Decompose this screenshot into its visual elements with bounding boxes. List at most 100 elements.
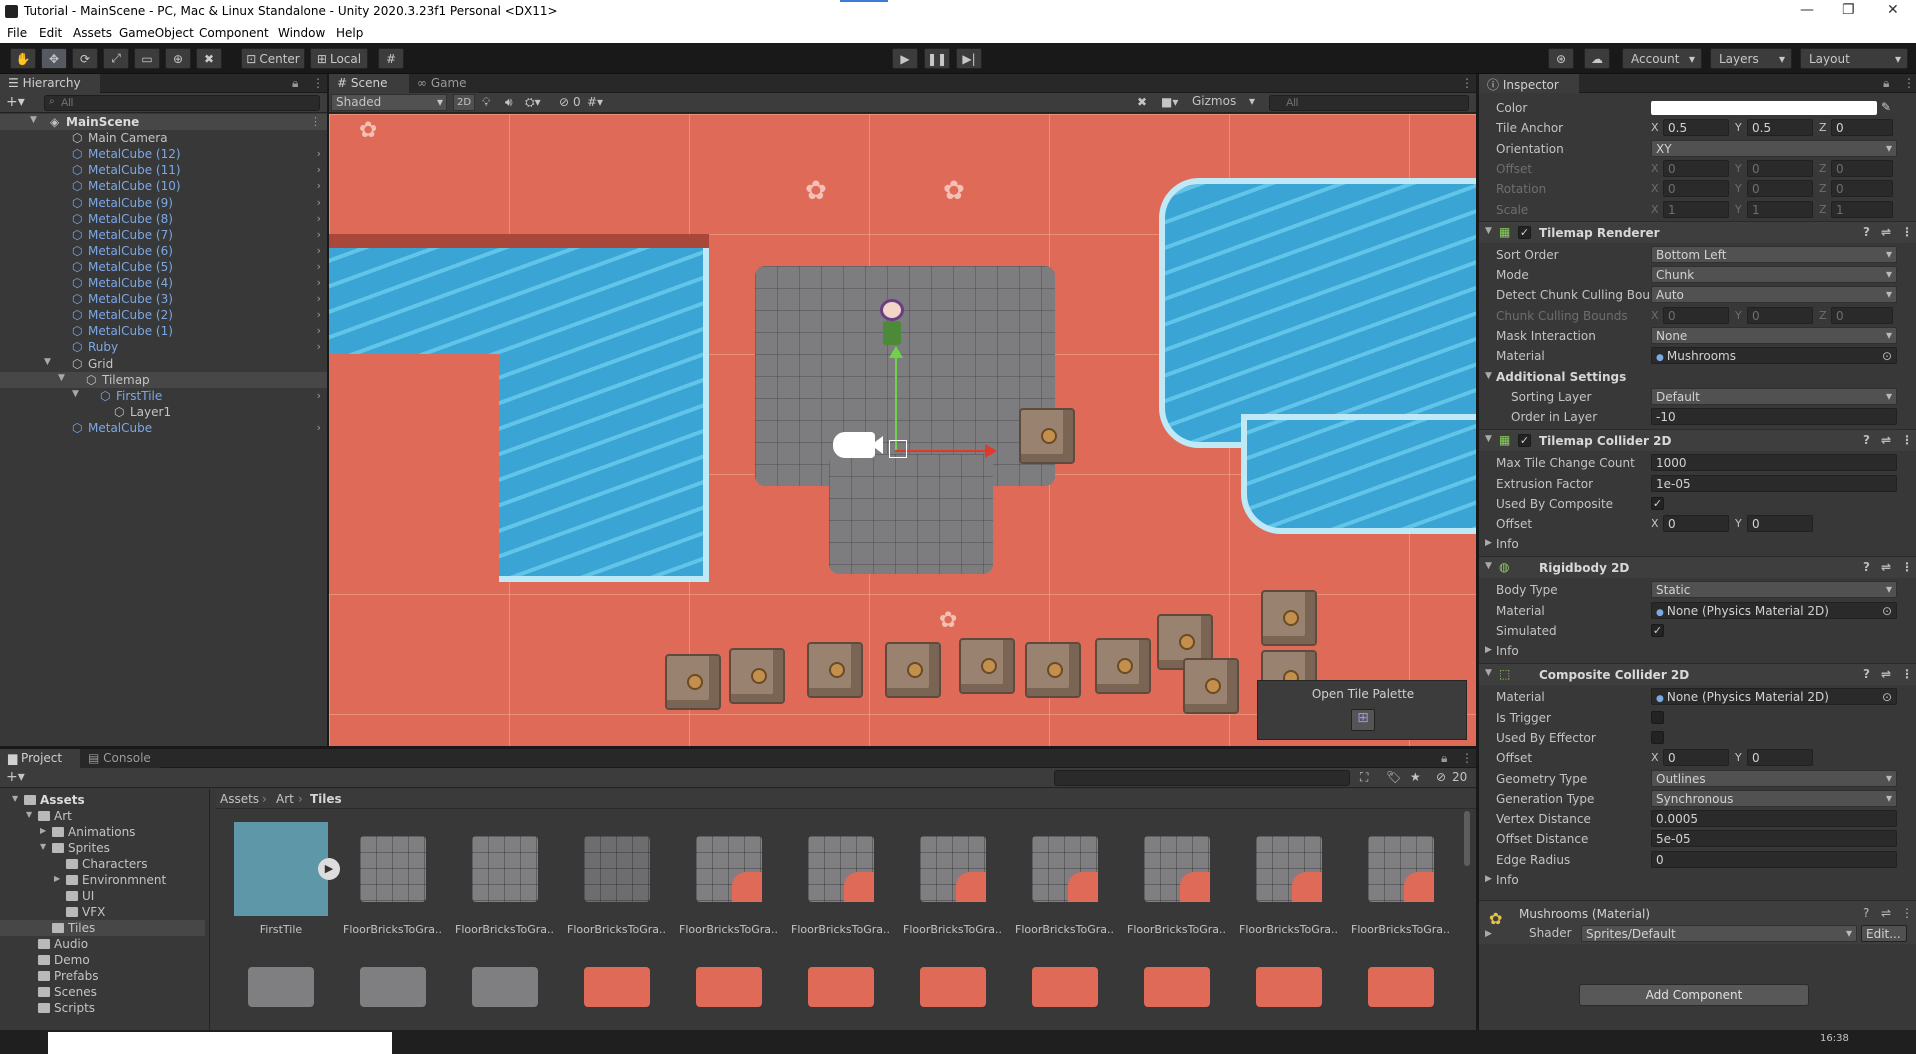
help-icon[interactable]: ? bbox=[1863, 433, 1870, 447]
scene-search-input[interactable] bbox=[1269, 95, 1469, 111]
enabled-checkbox[interactable]: ✓ bbox=[1518, 225, 1531, 239]
z-field[interactable]: 0 bbox=[1831, 159, 1893, 177]
asset-thumbnail[interactable] bbox=[1144, 967, 1210, 1007]
lighting-icon[interactable]: 💡︎ bbox=[482, 95, 490, 110]
component-header[interactable]: ▼ ◍ Rigidbody 2D? ⇌ ⋮ bbox=[1479, 556, 1916, 579]
hierarchy-item[interactable]: ⬡ MetalCube (12) › bbox=[0, 146, 327, 162]
info-foldout[interactable]: ▶ Info bbox=[1479, 534, 1916, 554]
hierarchy-item[interactable]: ▼ ⬡ FirstTile › bbox=[0, 388, 327, 404]
metal-cube[interactable] bbox=[1261, 590, 1317, 646]
hierarchy-item[interactable]: ⬡ MetalCube › bbox=[0, 420, 327, 436]
expand-arrow-icon[interactable]: ▼ bbox=[30, 115, 37, 125]
help-icon[interactable]: ? bbox=[1863, 906, 1869, 920]
z-field[interactable]: 0 bbox=[1831, 119, 1893, 137]
x-field[interactable]: 1 bbox=[1663, 200, 1729, 218]
move-tool-button[interactable]: ✥ bbox=[41, 48, 67, 69]
info-foldout[interactable]: ▶ Info bbox=[1479, 870, 1916, 890]
component-header[interactable]: ▼ ▦ ✓ Tilemap Collider 2D? ⇌ ⋮ bbox=[1479, 429, 1916, 452]
hierarchy-item[interactable]: ⬡ Layer1 bbox=[0, 404, 327, 420]
asset-scrollbar[interactable] bbox=[1464, 811, 1470, 866]
x-field[interactable]: 0 bbox=[1663, 180, 1729, 198]
expand-arrow-icon[interactable]: ▶ bbox=[40, 826, 46, 835]
menu-file[interactable]: File bbox=[7, 26, 27, 40]
tab-inspector[interactable]: ⓘ Inspector bbox=[1479, 74, 1579, 93]
preset-icon[interactable]: ⇌ bbox=[1881, 560, 1891, 574]
gizmos-dropdown[interactable]: Gizmos ▾ bbox=[1187, 94, 1255, 111]
help-icon[interactable]: ? bbox=[1863, 225, 1870, 239]
breadcrumb-tiles[interactable]: Tiles bbox=[310, 792, 342, 806]
hierarchy-item[interactable]: ⬡ MetalCube (10) › bbox=[0, 178, 327, 194]
metal-cube[interactable] bbox=[1095, 638, 1151, 694]
expand-arrow-icon[interactable]: ▼ bbox=[44, 357, 51, 367]
z-field[interactable]: 0 bbox=[1831, 306, 1893, 324]
hand-tool-button[interactable]: ✋ bbox=[10, 48, 36, 69]
asset-thumbnail[interactable] bbox=[696, 836, 762, 902]
hierarchy-item[interactable]: ⬡ MetalCube (2) › bbox=[0, 307, 327, 323]
metal-cube[interactable] bbox=[1183, 658, 1239, 714]
asset-thumbnail[interactable] bbox=[360, 836, 426, 902]
asset-thumbnail[interactable] bbox=[472, 967, 538, 1007]
object-picker-icon[interactable]: ⊙ bbox=[1882, 604, 1892, 618]
gizmo-y-arrow[interactable] bbox=[889, 346, 903, 358]
field-value[interactable]: ● Mushrooms ⊙ bbox=[1651, 347, 1897, 365]
chevron-right-icon[interactable]: › bbox=[317, 308, 321, 321]
y-field[interactable]: 0 bbox=[1747, 515, 1813, 533]
hierarchy-item[interactable]: ⬡ MetalCube (4) › bbox=[0, 275, 327, 291]
folder-item[interactable]: Scripts bbox=[0, 1000, 205, 1016]
metal-cube[interactable] bbox=[959, 638, 1015, 694]
chevron-right-icon[interactable]: › bbox=[317, 260, 321, 273]
folder-item[interactable]: Characters bbox=[0, 856, 205, 872]
y-field[interactable]: 0 bbox=[1747, 159, 1813, 177]
y-field[interactable]: 0 bbox=[1747, 180, 1813, 198]
folder-item[interactable]: Audio bbox=[0, 936, 205, 952]
expand-arrow-icon[interactable]: ▼ bbox=[26, 810, 32, 819]
field-value[interactable]: 1000 bbox=[1651, 454, 1897, 472]
folder-item[interactable]: VFX bbox=[0, 904, 205, 920]
preset-icon[interactable]: ⇌ bbox=[1881, 906, 1891, 920]
layers-dropdown[interactable]: Layers ▾ bbox=[1710, 48, 1792, 69]
field-value[interactable]: Static bbox=[1651, 581, 1897, 599]
rotate-tool-button[interactable]: ⟳ bbox=[72, 48, 98, 69]
asset-thumbnail[interactable] bbox=[1032, 967, 1098, 1007]
expand-arrow-icon[interactable]: ▶ bbox=[54, 874, 60, 883]
chevron-right-icon[interactable]: › bbox=[317, 179, 321, 192]
folder-item[interactable]: ▶ Animations bbox=[0, 824, 205, 840]
asset-thumbnail[interactable] bbox=[248, 967, 314, 1007]
z-field[interactable]: 1 bbox=[1831, 200, 1893, 218]
component-header[interactable]: ▼ ▦ ✓ Tilemap Renderer? ⇌ ⋮ bbox=[1479, 220, 1916, 243]
scale-tool-button[interactable]: ⤢ bbox=[103, 48, 129, 69]
x-field[interactable]: 0.5 bbox=[1663, 119, 1729, 137]
project-search-input[interactable] bbox=[1054, 770, 1350, 786]
gizmo-plane-handle[interactable] bbox=[889, 440, 907, 458]
metal-cube[interactable] bbox=[807, 642, 863, 698]
expand-arrow-icon[interactable]: ▼ bbox=[12, 794, 18, 803]
cloud-button[interactable]: ☁ bbox=[1584, 48, 1610, 69]
more-icon[interactable]: ⋮ bbox=[1901, 560, 1913, 574]
hierarchy-item[interactable]: ⬡ MetalCube (5) › bbox=[0, 259, 327, 275]
field-value[interactable]: Bottom Left bbox=[1651, 245, 1897, 263]
toggle-2d-button[interactable]: 2D bbox=[453, 94, 475, 111]
field-value[interactable]: None bbox=[1651, 327, 1897, 344]
checkbox[interactable]: ✓ bbox=[1651, 624, 1664, 637]
add-component-button[interactable]: Add Component bbox=[1579, 984, 1809, 1006]
asset-thumbnail[interactable] bbox=[920, 967, 986, 1007]
expand-arrow-icon[interactable]: ▼ bbox=[1485, 371, 1492, 381]
hierarchy-item[interactable]: ⬡ MetalCube (6) › bbox=[0, 243, 327, 259]
metal-cube[interactable] bbox=[885, 642, 941, 698]
play-icon[interactable]: ▶ bbox=[318, 858, 340, 880]
tab-hierarchy[interactable]: ☰ Hierarchy bbox=[0, 74, 100, 93]
folder-item[interactable]: Scenes bbox=[0, 984, 205, 1000]
asset-thumbnail[interactable] bbox=[472, 836, 538, 902]
hierarchy-item[interactable]: ⬡ MetalCube (9) › bbox=[0, 195, 327, 211]
menu-assets[interactable]: Assets bbox=[73, 26, 112, 40]
breadcrumb-assets[interactable]: Assets bbox=[220, 792, 259, 806]
checkbox[interactable] bbox=[1651, 730, 1664, 744]
chevron-right-icon[interactable]: › bbox=[317, 276, 321, 289]
asset-thumbnail[interactable] bbox=[584, 836, 650, 902]
asset-thumbnail[interactable] bbox=[808, 967, 874, 1007]
field-value[interactable]: 5e-05 bbox=[1651, 830, 1897, 848]
asset-thumbnail[interactable] bbox=[1144, 836, 1210, 902]
hierarchy-item[interactable]: ⬡ MetalCube (3) › bbox=[0, 291, 327, 307]
field-value[interactable]: Auto bbox=[1651, 286, 1897, 304]
field-value[interactable]: Default bbox=[1651, 387, 1897, 405]
